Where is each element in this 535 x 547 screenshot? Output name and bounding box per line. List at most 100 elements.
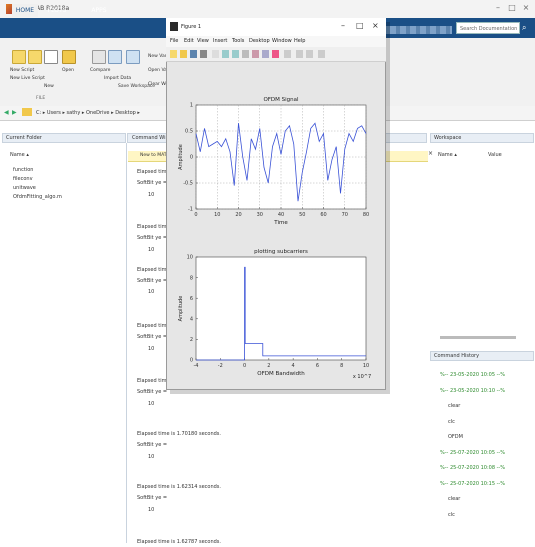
menu-window[interactable]: Window xyxy=(272,38,292,44)
y-tick-label: 10 xyxy=(187,255,193,261)
figure-plots: 0 10 20 30 40 50 60 70 80-1-0.500.51OFDM SignalT… xyxy=(178,97,371,380)
file-item[interactable]: fileconv xyxy=(13,176,33,182)
history-item[interactable]: %-- 25-07-2020 10:05 --% xyxy=(440,450,505,456)
forward-icon[interactable]: ▶ xyxy=(12,109,17,116)
rotate-icon[interactable] xyxy=(252,50,259,58)
import-data-icon[interactable] xyxy=(108,50,122,64)
brush-icon[interactable] xyxy=(272,50,279,58)
x-multiplier: x 10^7 xyxy=(353,374,371,380)
pan-icon[interactable] xyxy=(242,50,249,58)
menu-help[interactable]: Help xyxy=(294,38,305,44)
history-item[interactable]: clear xyxy=(448,403,460,409)
notice-close-icon[interactable]: × xyxy=(428,150,433,157)
history-item[interactable]: clear xyxy=(448,496,460,502)
folder-icon[interactable] xyxy=(22,108,32,116)
colorbar-icon[interactable] xyxy=(296,50,303,58)
history-item[interactable]: clc xyxy=(448,512,455,518)
open-folder-icon[interactable] xyxy=(62,50,76,64)
x-tick-label: 20 xyxy=(235,212,241,218)
command-output-line: Elapsed time is 1.70180 seconds. xyxy=(137,431,221,437)
x-tick-label: 30 xyxy=(257,212,263,218)
command-output-line: SoftBit ye = xyxy=(137,180,168,186)
import-data-label[interactable]: Import Data xyxy=(104,76,144,81)
x-tick-label: 8 xyxy=(340,363,343,369)
zoom-in-icon[interactable] xyxy=(222,50,229,58)
figure-maximize-button[interactable]: □ xyxy=(356,21,364,30)
new-figure-icon[interactable] xyxy=(170,50,177,58)
x-tick-label: 10 xyxy=(363,363,369,369)
legend-icon[interactable] xyxy=(306,50,313,58)
tab-home[interactable]: HOME xyxy=(12,4,38,17)
x-tick-label: 10 xyxy=(214,212,220,218)
new-live-script-label[interactable]: New Live Script xyxy=(10,76,80,81)
menu-file[interactable]: File xyxy=(170,38,178,44)
search-icon[interactable]: ⌕ xyxy=(522,22,532,34)
link-icon[interactable] xyxy=(284,50,291,58)
command-output-line: 10 xyxy=(148,454,155,460)
file-item[interactable]: function xyxy=(13,167,33,173)
workspace-scrollbar[interactable] xyxy=(440,336,516,339)
maximize-button[interactable]: □ xyxy=(506,3,518,13)
y-axis-label: Amplitude xyxy=(178,296,184,322)
new-script-icon[interactable] xyxy=(12,50,26,64)
file-item[interactable]: OfdmFitting_algo.m xyxy=(13,194,62,200)
x-axis-label: Time xyxy=(273,220,288,226)
current-folder-title: Current Folder xyxy=(6,135,42,141)
open-label[interactable]: Open xyxy=(62,68,74,73)
history-item[interactable]: %-- 23-05-2020 10:10 --% xyxy=(440,388,505,394)
history-item[interactable]: OFDM xyxy=(448,434,463,440)
current-folder-name-column[interactable]: Name ▴ xyxy=(10,152,29,158)
data-cursor-icon[interactable] xyxy=(262,50,269,58)
open-file-icon[interactable] xyxy=(180,50,187,58)
history-item[interactable]: %-- 23-05-2020 10:05 --% xyxy=(440,372,505,378)
menu-view[interactable]: View xyxy=(197,38,209,44)
history-item[interactable]: clc xyxy=(448,419,455,425)
search-documentation-input[interactable]: Search Documentation xyxy=(456,22,520,34)
workspace-value-column[interactable]: Value xyxy=(488,152,502,158)
compare-label[interactable]: Compare xyxy=(90,68,110,73)
history-item[interactable]: %-- 25-07-2020 10:15 --% xyxy=(440,481,505,487)
print-icon[interactable] xyxy=(200,50,207,58)
back-icon[interactable]: ◀ xyxy=(4,109,9,116)
compare-icon[interactable] xyxy=(92,50,106,64)
y-axis-label: Amplitude xyxy=(178,144,184,170)
workspace-name-column[interactable]: Name ▴ xyxy=(438,152,457,158)
minimize-button[interactable]: – xyxy=(492,3,504,13)
x-tick-label: 80 xyxy=(363,212,369,218)
menu-desktop[interactable]: Desktop xyxy=(249,38,270,44)
menu-insert[interactable]: Insert xyxy=(213,38,227,44)
plot-tools-icon[interactable] xyxy=(318,50,325,58)
command-output-line: 10 xyxy=(148,247,155,253)
close-button[interactable]: × xyxy=(520,3,532,13)
x-tick-label: 0 xyxy=(243,363,246,369)
save-workspace-icon[interactable] xyxy=(126,50,140,64)
chart-title: OFDM Signal xyxy=(263,97,299,103)
new-live-script-icon[interactable] xyxy=(28,50,42,64)
x-tick-label: 50 xyxy=(299,212,305,218)
command-output-line: Elapsed time is 1.62787 seconds. xyxy=(137,539,221,545)
y-tick-label: 2 xyxy=(190,337,193,343)
figure-close-button[interactable]: × xyxy=(372,21,379,30)
command-output-line: SoftBit ye = xyxy=(137,235,168,241)
history-item[interactable]: %-- 25-07-2020 10:08 --% xyxy=(440,465,505,471)
menu-tools[interactable]: Tools xyxy=(232,38,244,44)
y-tick-label: 8 xyxy=(190,275,193,281)
command-output-line: SoftBit ye = xyxy=(137,278,168,284)
y-tick-label: 6 xyxy=(190,296,193,302)
tab-plots[interactable]: PLOTS xyxy=(44,4,70,17)
new-icon[interactable] xyxy=(44,50,58,64)
command-output-line: SoftBit ye = xyxy=(137,495,168,501)
edit-plot-icon[interactable] xyxy=(212,50,219,58)
x-axis-label: OFDM Bandwidth xyxy=(257,371,305,377)
new-label[interactable]: New xyxy=(44,84,54,89)
x-tick-label: 2 xyxy=(267,363,270,369)
tab-apps[interactable]: APPS xyxy=(86,4,112,17)
save-icon[interactable] xyxy=(190,50,197,58)
figure-minimize-button[interactable]: – xyxy=(341,21,345,30)
menu-edit[interactable]: Edit xyxy=(184,38,194,44)
zoom-out-icon[interactable] xyxy=(232,50,239,58)
chart-title: plotting subcarriers xyxy=(254,249,308,255)
current-path[interactable]: C: ▸ Users ▸ sathy ▸ OneDrive ▸ Desktop … xyxy=(36,110,140,116)
file-item[interactable]: unitwave xyxy=(13,185,36,191)
command-output-line: 10 xyxy=(148,346,155,352)
